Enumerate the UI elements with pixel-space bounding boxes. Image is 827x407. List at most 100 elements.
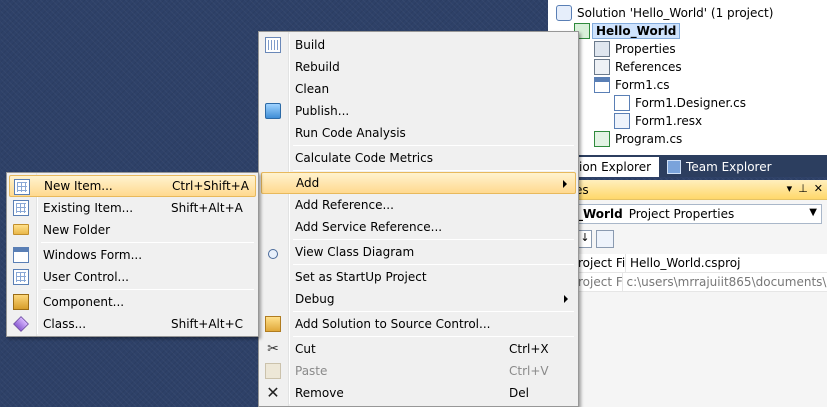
menu-item-new-item[interactable]: New Item... Ctrl+Shift+A [9, 175, 256, 197]
properties-panel: rties ▾ ⊥ ✕ _World Project Properties ▼ … [548, 180, 827, 407]
tree-solution[interactable]: Solution 'Hello_World' (1 project) [556, 4, 773, 22]
menu-item-shortcut: Del [509, 386, 529, 400]
menu-item-build[interactable]: Build [261, 34, 576, 56]
menu-item-label: New Item... [44, 179, 113, 193]
tree-item-properties[interactable]: Properties [594, 40, 676, 58]
menu-item-label: Existing Item... [43, 201, 134, 215]
menu-item-label: Add [296, 176, 320, 190]
property-pages-icon[interactable] [596, 230, 614, 248]
tree-item-form1-designer[interactable]: Form1.Designer.cs [614, 94, 746, 112]
menu-item-shortcut: Shift+Alt+A [171, 201, 243, 215]
property-value: c:\users\mrrajuiit865\documents\vis [626, 275, 827, 289]
properties-title-bar: rties ▾ ⊥ ✕ [548, 180, 827, 200]
menu-item-label: Run Code Analysis [295, 126, 406, 140]
form1-resx-label: Form1.resx [635, 114, 703, 128]
team-explorer-icon [667, 160, 682, 174]
menu-item-label: New Folder [43, 223, 111, 237]
menu-separator [41, 289, 254, 290]
tree-item-form1-resx[interactable]: Form1.resx [614, 112, 702, 130]
menu-item-publish[interactable]: Publish... [261, 100, 576, 122]
references-label: References [615, 60, 682, 74]
source-control-icon [265, 316, 281, 332]
menu-item-label: Publish... [295, 104, 350, 118]
submenu-arrow-icon [564, 295, 568, 303]
tree-project[interactable]: Hello_World [574, 22, 681, 40]
menu-item-label: Cut [295, 342, 316, 356]
menu-item-label: Set as StartUp Project [295, 270, 427, 284]
menu-item-label: Add Service Reference... [295, 220, 443, 234]
project-label: Hello_World [592, 23, 681, 39]
menu-item-label: Debug [295, 292, 335, 306]
properties-icon [594, 41, 610, 57]
sort-alpha-icon[interactable]: ↓ [578, 230, 592, 248]
tool-window-tabs: olution Explorer Team Explorer [548, 155, 827, 177]
tab-team-explorer[interactable]: Team Explorer [659, 157, 780, 177]
menu-item-label: Clean [295, 82, 330, 96]
resx-file-icon [614, 113, 630, 129]
menu-item-add[interactable]: Add [261, 172, 576, 194]
pin-icon[interactable]: ⊥ [798, 182, 808, 195]
menu-item-new-folder[interactable]: New Folder [9, 219, 256, 241]
menu-item-set-startup[interactable]: Set as StartUp Project [261, 266, 576, 288]
publish-icon [265, 103, 281, 119]
menu-item-shortcut: Ctrl+Shift+A [172, 179, 249, 193]
menu-separator [293, 239, 574, 240]
properties-toolbar: ↓ [578, 230, 614, 248]
property-row[interactable]: roject Fil Hello_World.csproj [548, 254, 827, 273]
menu-item-label: Build [295, 38, 326, 52]
menu-item-calculate-code-metrics[interactable]: Calculate Code Metrics [261, 147, 576, 169]
menu-item-add-to-source-control[interactable]: Add Solution to Source Control... [261, 313, 576, 335]
menu-separator [293, 145, 574, 146]
property-value: Hello_World.csproj [630, 256, 741, 270]
solution-explorer-panel: Solution 'Hello_World' (1 project) Hello… [548, 0, 827, 155]
object-name: _World [577, 207, 623, 221]
menu-item-label: User Control... [43, 270, 129, 284]
menu-item-cut[interactable]: ✂ Cut Ctrl+X [261, 338, 576, 360]
team-explorer-label: Team Explorer [686, 160, 772, 174]
properties-grid: roject Fil Hello_World.csproj roject Fo … [548, 254, 827, 292]
scissors-icon: ✂ [267, 341, 279, 357]
menu-item-windows-form[interactable]: Windows Form... [9, 244, 256, 266]
menu-item-label: Component... [43, 295, 125, 309]
tree-item-references[interactable]: References [594, 58, 682, 76]
properties-object-selector[interactable]: _World Project Properties ▼ [548, 204, 822, 224]
menu-item-label: Remove [295, 386, 344, 400]
solution-icon [556, 5, 572, 21]
menu-item-remove[interactable]: ✕ Remove Del [261, 382, 576, 404]
menu-item-label: Rebuild [295, 60, 340, 74]
menu-item-label: Add Solution to Source Control... [295, 317, 491, 331]
cs-file-icon [614, 95, 630, 111]
references-icon [594, 59, 610, 75]
menu-item-label: View Class Diagram [295, 245, 415, 259]
menu-separator [293, 336, 574, 337]
menu-item-user-control[interactable]: User Control... [9, 266, 256, 288]
properties-label: Properties [615, 42, 676, 56]
form1-designer-label: Form1.Designer.cs [635, 96, 746, 110]
solution-label: Solution 'Hello_World' (1 project) [577, 6, 774, 20]
menu-item-debug[interactable]: Debug [261, 288, 576, 310]
menu-item-add-reference[interactable]: Add Reference... [261, 194, 576, 216]
chevron-down-icon: ▼ [809, 207, 817, 218]
menu-item-rebuild[interactable]: Rebuild [261, 56, 576, 78]
menu-item-class[interactable]: Class... Shift+Alt+C [9, 313, 256, 335]
form1-label: Form1.cs [615, 78, 670, 92]
dropdown-icon[interactable]: ▾ [787, 182, 793, 195]
menu-item-view-class-diagram[interactable]: View Class Diagram [261, 241, 576, 263]
new-item-icon [14, 179, 30, 195]
menu-item-add-service-reference[interactable]: Add Service Reference... [261, 216, 576, 238]
property-row[interactable]: roject Fo c:\users\mrrajuiit865\document… [548, 273, 827, 292]
existing-item-icon [13, 200, 29, 216]
tree-item-program[interactable]: Program.cs [594, 130, 682, 148]
close-icon[interactable]: ✕ [814, 182, 823, 195]
menu-item-label: Add Reference... [295, 198, 394, 212]
tree-item-form1[interactable]: Form1.cs [594, 76, 670, 94]
menu-item-label: Windows Form... [43, 248, 143, 262]
menu-item-existing-item[interactable]: Existing Item... Shift+Alt+A [9, 197, 256, 219]
submenu-arrow-icon [563, 180, 567, 188]
menu-separator [293, 264, 574, 265]
project-context-menu: Build Rebuild Clean Publish... Run Code … [258, 31, 579, 407]
menu-item-run-code-analysis[interactable]: Run Code Analysis [261, 122, 576, 144]
menu-item-paste[interactable]: Paste Ctrl+V [261, 360, 576, 382]
menu-item-clean[interactable]: Clean [261, 78, 576, 100]
menu-item-component[interactable]: Component... [9, 291, 256, 313]
